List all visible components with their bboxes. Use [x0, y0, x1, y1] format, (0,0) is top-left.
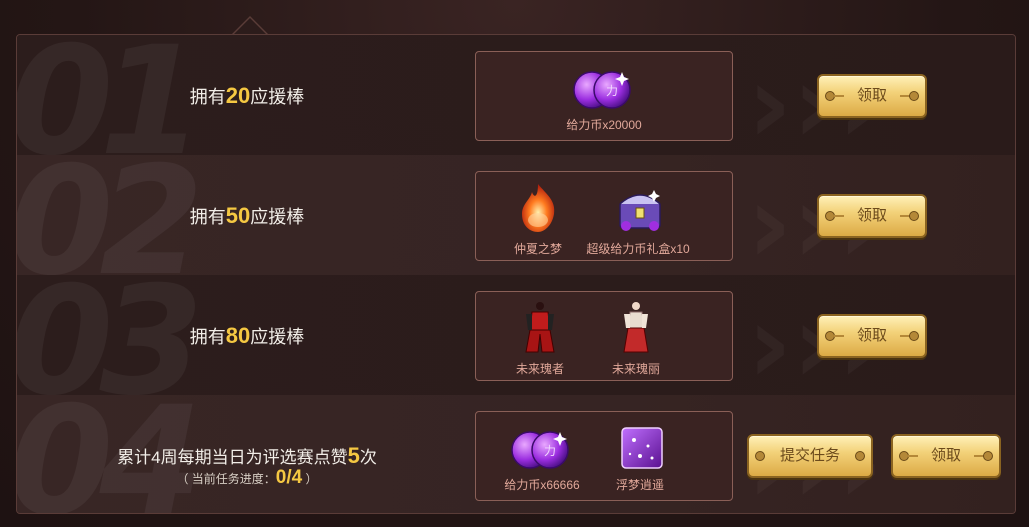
task-row-2: 02 ››› 拥有50应援棒 仲夏之梦	[17, 155, 1015, 275]
task-number: 5	[347, 443, 360, 468]
task-prefix: 累计4周每期当日为评选赛点赞	[117, 448, 348, 467]
red-outfit-icon	[525, 302, 555, 353]
reward-box: 仲夏之梦 超级给力币礼盒x10	[475, 171, 733, 261]
treasure-chest-icon	[619, 190, 661, 231]
task-suffix: 应援棒	[250, 327, 305, 347]
coin-icon: 力	[573, 71, 631, 109]
reward-label: 未来瑰丽	[611, 362, 660, 376]
task-suffix: 次	[359, 448, 377, 467]
progress-value: 0/4	[275, 467, 303, 488]
task-suffix: 应援棒	[250, 87, 305, 107]
task-number: 20	[225, 83, 251, 108]
claim-button-label: 领取	[856, 87, 887, 104]
reward-box: 力 给力币x66666 浮梦逍遥	[475, 411, 733, 501]
claim-button[interactable]: 领取	[891, 434, 1001, 478]
claim-button[interactable]: 领取	[817, 74, 927, 118]
progress-prefix: （ 当前任务进度：	[176, 472, 276, 486]
svg-text:力: 力	[606, 84, 618, 98]
task-panel: 01 ››› 拥有20应援棒 力 给力币x20000 领取	[16, 34, 1016, 514]
claim-button-label: 领取	[856, 327, 887, 344]
task-progress: （ 当前任务进度：0/4 ）	[17, 467, 477, 489]
submit-task-button[interactable]: 提交任务	[747, 434, 873, 478]
reward-label: 给力币x20000	[566, 118, 642, 132]
coin-icon: 力	[511, 431, 569, 469]
task-prefix: 拥有	[189, 87, 226, 107]
reward-label: 超级给力币礼盒x10	[586, 242, 690, 256]
task-prefix: 拥有	[189, 207, 226, 227]
reward-label: 浮梦逍遥	[615, 478, 664, 492]
submit-task-button-label: 提交任务	[779, 447, 840, 464]
button-line-left	[908, 455, 918, 457]
claim-button-label: 领取	[856, 207, 887, 224]
task-number: 80	[225, 323, 251, 348]
purple-sparkle-card-icon	[621, 427, 663, 469]
button-line-left	[834, 215, 844, 217]
claim-button-label: 领取	[930, 447, 961, 464]
task-row-3: 03 ››› 拥有80应援棒 未来瑰者	[17, 275, 1015, 395]
flame-orb-icon	[522, 184, 555, 232]
panel-notch-inner	[234, 18, 266, 34]
button-knob-right	[909, 91, 919, 101]
progress-suffix: ）	[302, 472, 318, 486]
task-description: 拥有50应援棒	[17, 203, 477, 229]
button-line-left	[834, 335, 844, 337]
task-number: 50	[225, 203, 251, 228]
button-knob-right	[855, 451, 865, 461]
task-description: 累计4周每期当日为评选赛点赞5次	[17, 443, 477, 469]
task-row-1: 01 ››› 拥有20应援棒 力 给力币x20000 领取	[17, 35, 1015, 155]
button-line-left	[834, 95, 844, 97]
svg-text:力: 力	[544, 444, 556, 458]
claim-button[interactable]: 领取	[817, 194, 927, 238]
button-knob-left	[755, 451, 765, 461]
task-description: 拥有80应援棒	[17, 323, 477, 349]
button-knob-right	[909, 331, 919, 341]
reward-box: 力 给力币x20000	[475, 51, 733, 141]
task-prefix: 拥有	[189, 327, 226, 347]
button-knob-right	[909, 211, 919, 221]
button-knob-right	[983, 451, 993, 461]
task-suffix: 应援棒	[250, 207, 305, 227]
claim-button[interactable]: 领取	[817, 314, 927, 358]
red-dress-icon	[623, 302, 649, 353]
task-description: 拥有20应援棒	[17, 83, 477, 109]
reward-box: 未来瑰者 未来瑰丽	[475, 291, 733, 381]
task-row-4: 04 ››› 累计4周每期当日为评选赛点赞5次 （ 当前任务进度：0/4 ） 力…	[17, 395, 1015, 513]
